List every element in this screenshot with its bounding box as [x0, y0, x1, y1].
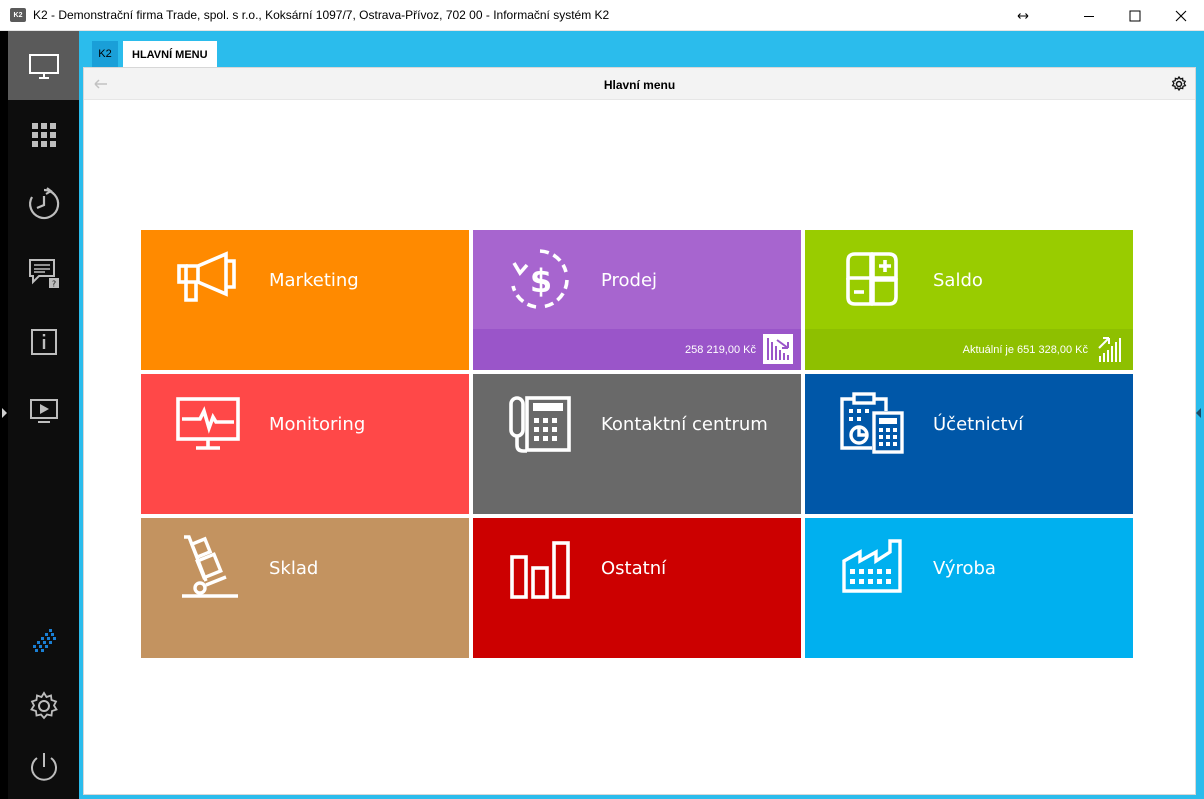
tile-ucetnictvi[interactable]: Účetnictví	[805, 374, 1133, 514]
window-titlebar: K2 K2 - Demonstrační firma Trade, spol. …	[0, 0, 1204, 31]
rail-info-button[interactable]	[8, 307, 79, 376]
tile-marketing[interactable]: Marketing	[141, 230, 469, 370]
tile-label: Saldo	[933, 270, 983, 291]
tab-bar: K2 HLAVNÍ MENU	[79, 31, 1204, 68]
resize-arrows-icon[interactable]	[1000, 0, 1046, 31]
power-icon	[30, 752, 57, 781]
tile-sklad[interactable]: Sklad	[141, 518, 469, 658]
tile-label: Kontaktní centrum	[601, 414, 768, 435]
dollar-cycle-icon: $	[511, 249, 569, 309]
rail-power-button[interactable]	[8, 732, 79, 799]
close-button[interactable]	[1158, 0, 1204, 31]
tile-footer-value: Aktuální je 651 328,00 Kč	[962, 344, 1088, 356]
tile-label: Monitoring	[269, 414, 366, 435]
svg-text:?: ?	[51, 279, 55, 288]
main-menu-panel: Hlavní menu Marketing $ Prodej 258 219,0…	[83, 67, 1196, 795]
tab-k2[interactable]: K2	[92, 41, 118, 67]
tile-footer-value: 258 219,00 Kč	[685, 344, 756, 356]
presentation-icon	[29, 398, 58, 423]
tab-main-menu[interactable]: HLAVNÍ MENU	[123, 41, 217, 68]
rail-desktop-button[interactable]	[8, 31, 79, 100]
messages-icon: ?	[28, 258, 59, 288]
desktop-icon	[28, 53, 59, 79]
rail-presentation-button[interactable]	[8, 376, 79, 445]
bars-icon	[510, 541, 570, 599]
main-area: K2 HLAVNÍ MENU Hlavní menu Marketing $ P…	[79, 31, 1204, 799]
info-icon	[30, 328, 57, 355]
rail-settings-button[interactable]	[8, 671, 79, 740]
tile-saldo[interactable]: Saldo Aktuální je 651 328,00 Kč	[805, 230, 1133, 370]
svg-text:$: $	[530, 262, 552, 300]
tile-label: Marketing	[269, 270, 359, 291]
gear-icon	[29, 690, 58, 719]
rail-k2-logo[interactable]	[8, 605, 79, 674]
monitor-pulse-icon	[176, 397, 240, 450]
tile-label: Sklad	[269, 558, 319, 579]
tile-monitoring[interactable]: Monitoring	[141, 374, 469, 514]
tile-kontaktni-centrum[interactable]: Kontaktní centrum	[473, 374, 801, 514]
window-title: K2 - Demonstrační firma Trade, spol. s r…	[33, 8, 610, 22]
rail-history-button[interactable]	[8, 169, 79, 238]
tile-label: Účetnictví	[933, 414, 1024, 435]
panel-header: Hlavní menu	[84, 68, 1195, 100]
tile-ostatni[interactable]: Ostatní	[473, 518, 801, 658]
maximize-button[interactable]	[1112, 0, 1158, 31]
history-clock-icon	[28, 186, 59, 219]
chart-down-icon	[763, 334, 793, 364]
tile-label: Výroba	[933, 558, 996, 579]
tile-prodej[interactable]: $ Prodej 258 219,00 Kč	[473, 230, 801, 370]
rail-expand-arrow-icon[interactable]	[2, 408, 7, 418]
hand-truck-icon	[182, 535, 238, 598]
balance-icon	[846, 252, 898, 306]
tile-footer: 258 219,00 Kč	[473, 329, 801, 370]
rail-messages-button[interactable]: ?	[8, 238, 79, 307]
k2-logo-icon	[32, 628, 56, 652]
phone-icon	[509, 396, 571, 453]
tile-footer: Aktuální je 651 328,00 Kč	[805, 329, 1133, 370]
accounting-icon	[840, 392, 904, 454]
tile-label: Ostatní	[601, 558, 667, 579]
apps-grid-icon	[31, 122, 56, 147]
minimize-button[interactable]	[1066, 0, 1112, 31]
app-icon: K2	[10, 8, 26, 22]
panel-collapse-arrow-icon[interactable]	[1196, 408, 1201, 418]
tile-label: Prodej	[601, 270, 658, 291]
tile-vyroba[interactable]: Výroba	[805, 518, 1133, 658]
factory-icon	[842, 539, 902, 593]
panel-title: Hlavní menu	[603, 78, 676, 92]
megaphone-icon	[177, 251, 236, 302]
rail-apps-button[interactable]	[8, 100, 79, 169]
chart-up-icon	[1098, 337, 1121, 362]
settings-gear-icon[interactable]	[1171, 76, 1187, 92]
